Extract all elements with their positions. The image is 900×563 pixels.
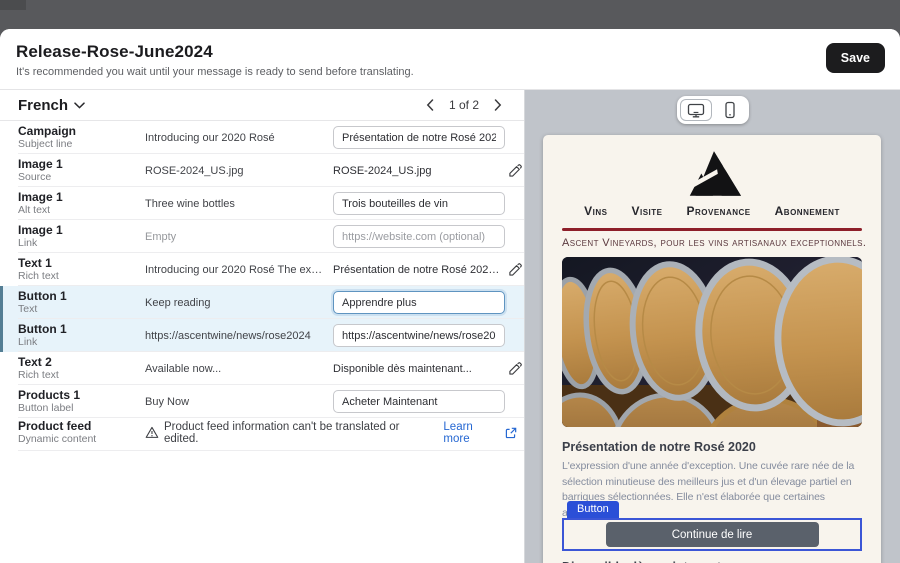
row-text2-rich-text: Text 2Rich text Available now... Disponi…: [0, 352, 524, 385]
mobile-icon: [721, 101, 739, 119]
learn-more-link[interactable]: Learn more: [443, 421, 517, 445]
row-sublabel: Rich text: [18, 271, 145, 283]
email-nav: Vins Visite Provenance Abonnement: [562, 204, 862, 218]
nav-item-abonnement[interactable]: Abonnement: [775, 204, 840, 218]
translation-input[interactable]: [333, 192, 505, 215]
row-image1-alt-text: Image 1Alt text Three wine bottles: [0, 187, 524, 220]
page-title: Release-Rose-June2024: [16, 42, 884, 62]
row-label: Button 1: [18, 290, 145, 303]
translation-editor: Release-Rose-June2024 It's recommended y…: [0, 0, 900, 563]
source-text: Buy Now: [145, 396, 333, 408]
previous-page-button[interactable]: [424, 97, 436, 113]
row-label: Image 1: [18, 191, 145, 204]
row-image1-link: Image 1Link Empty: [0, 220, 524, 253]
browser-chrome-bar: [0, 0, 900, 29]
page-subtitle: It's recommended you wait until your mes…: [16, 66, 884, 78]
translation-input[interactable]: [333, 126, 505, 149]
translation-input[interactable]: [333, 324, 505, 347]
selected-element-overlay: Button Continue de lire: [562, 499, 862, 551]
source-text: Keep reading: [145, 297, 333, 309]
main-window: Release-Rose-June2024 It's recommended y…: [0, 29, 900, 563]
row-campaign-subject: CampaignSubject line Introducing our 202…: [0, 121, 524, 154]
translation-input[interactable]: [333, 225, 505, 248]
page-header: Release-Rose-June2024 It's recommended y…: [0, 29, 900, 90]
source-text: Three wine bottles: [145, 198, 333, 210]
row-product-feed: Product feedDynamic content Product feed…: [0, 418, 524, 451]
row-image1-source: Image 1Source ROSE-2024_US.jpg ROSE-2024…: [0, 154, 524, 187]
mountain-logo-icon: [683, 151, 741, 196]
row-sublabel: Source: [18, 172, 145, 184]
window-corner: [0, 0, 26, 10]
nav-item-visite[interactable]: Visite: [631, 204, 662, 218]
row-label: Product feed: [18, 420, 145, 433]
row-label: Campaign: [18, 125, 145, 138]
edit-pencil-icon[interactable]: [507, 262, 523, 278]
email-cta-button[interactable]: Continue de lire: [606, 522, 819, 547]
row-products1-button-label: Products 1Button label Buy Now: [0, 385, 524, 418]
translation-text: Présentation de notre Rosé 2020 L'…: [333, 264, 505, 276]
row-sublabel: Link: [18, 337, 145, 349]
edit-pencil-icon[interactable]: [507, 361, 523, 377]
email-preview-panel: Vins Visite Provenance Abonnement Ascent…: [525, 90, 900, 563]
page-count: 1 of 2: [449, 98, 479, 112]
save-button[interactable]: Save: [826, 43, 885, 73]
chevron-right-icon: [494, 99, 502, 111]
nav-item-vins[interactable]: Vins: [584, 204, 607, 218]
source-text: ROSE-2024_US.jpg: [145, 165, 333, 177]
email-preview: Vins Visite Provenance Abonnement Ascent…: [543, 135, 881, 563]
mobile-view-button[interactable]: [714, 99, 746, 121]
brand-divider: [562, 228, 862, 231]
nav-item-provenance[interactable]: Provenance: [687, 204, 751, 218]
translation-input[interactable]: [333, 390, 505, 413]
desktop-icon: [687, 102, 705, 119]
row-label: Text 2: [18, 356, 145, 369]
row-sublabel: Button label: [18, 403, 145, 415]
wine-barrels-image: [562, 257, 862, 427]
row-text1-rich-text: Text 1Rich text Introducing our 2020 Ros…: [0, 253, 524, 286]
row-label: Button 1: [18, 323, 145, 336]
pagination: 1 of 2: [424, 97, 504, 113]
row-label: Image 1: [18, 158, 145, 171]
notice-text: Product feed information can't be transl…: [164, 421, 436, 445]
table-toolbar: French 1 of 2: [0, 90, 524, 121]
language-label: French: [18, 97, 68, 114]
row-button1-link: Button 1Link https://ascentwine/news/ros…: [0, 319, 524, 352]
product-feed-notice: Product feed information can't be transl…: [145, 421, 525, 445]
translation-table-panel: French 1 of 2 CampaignSubject line Intro…: [0, 90, 525, 563]
source-text: Available now...: [145, 363, 333, 375]
brand-logo: [562, 151, 862, 196]
desktop-view-button[interactable]: [680, 99, 712, 121]
edit-pencil-icon[interactable]: [507, 163, 523, 179]
source-text: Introducing our 2020 Rosé The expressi…: [145, 264, 333, 276]
row-sublabel: Dynamic content: [18, 434, 145, 446]
row-label: Products 1: [18, 389, 145, 402]
row-button1-text: Button 1Text Keep reading: [0, 286, 524, 319]
translation-input[interactable]: [333, 291, 505, 314]
row-label: Image 1: [18, 224, 145, 237]
translation-text: ROSE-2024_US.jpg: [333, 165, 505, 177]
chevron-down-icon: [74, 102, 85, 109]
selection-tag: Button: [567, 501, 619, 518]
source-text: Empty: [145, 231, 333, 243]
email-heading: Présentation de notre Rosé 2020: [562, 440, 862, 454]
selection-outline: Continue de lire: [562, 518, 862, 551]
device-toggle: [677, 96, 749, 124]
translation-text: Disponible dès maintenant...: [333, 363, 505, 375]
external-link-icon: [505, 427, 517, 439]
chevron-left-icon: [426, 99, 434, 111]
source-text: https://ascentwine/news/rose2024: [145, 330, 333, 342]
row-sublabel: Alt text: [18, 205, 145, 217]
source-text: Introducing our 2020 Rosé: [145, 132, 333, 144]
row-sublabel: Rich text: [18, 370, 145, 382]
next-page-button[interactable]: [492, 97, 504, 113]
row-sublabel: Subject line: [18, 139, 145, 151]
warning-icon: [145, 426, 159, 439]
row-sublabel: Text: [18, 304, 145, 316]
language-dropdown[interactable]: French: [18, 97, 85, 114]
row-label: Text 1: [18, 257, 145, 270]
row-sublabel: Link: [18, 238, 145, 250]
brand-tagline: Ascent Vineyards, pour les vins artisana…: [562, 237, 862, 249]
